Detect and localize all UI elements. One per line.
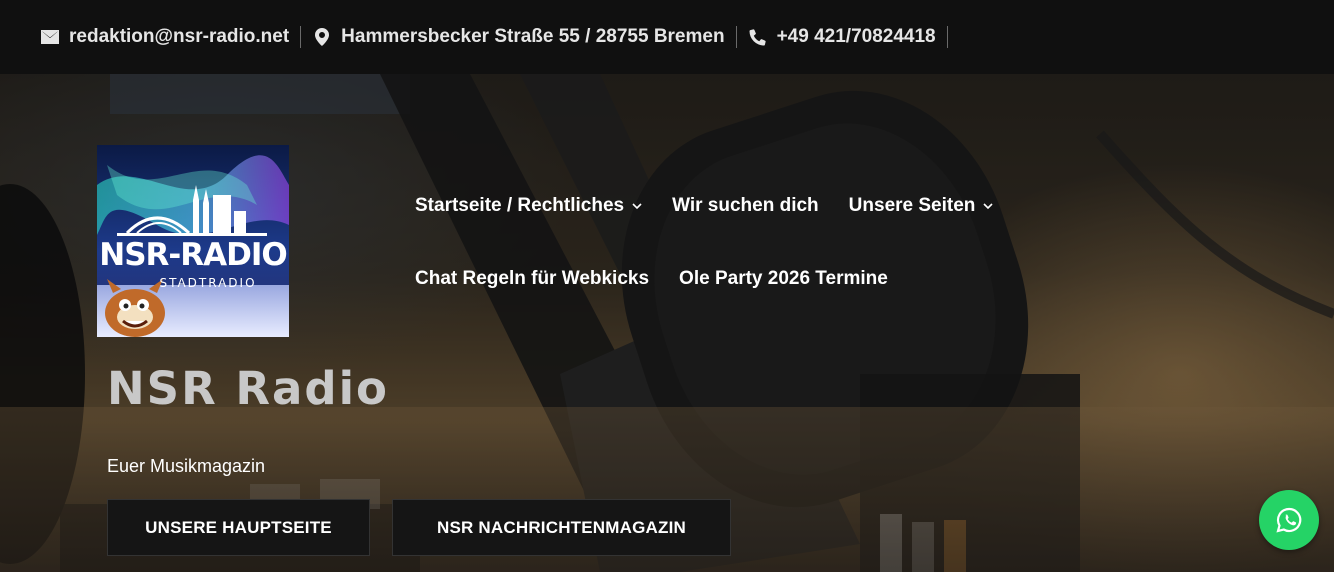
nav-item-ole-party[interactable]: Ole Party 2026 Termine [679, 268, 888, 290]
phone-text: +49 421/70824418 [776, 26, 936, 47]
whatsapp-icon [1275, 506, 1303, 534]
nav-row-1: Startseite / Rechtliches Wir suchen dich… [415, 190, 1023, 222]
logo-title: NSR-RADIO [99, 237, 288, 273]
contact-address[interactable]: Hammersbecker Straße 55 / 28755 Bremen [312, 26, 737, 48]
nav-label: Ole Party 2026 Termine [679, 268, 888, 289]
top-contact-bar: redaktion@nsr-radio.net Hammersbecker St… [0, 0, 1334, 74]
main-site-button[interactable]: UNSERE HAUPTSEITE [107, 499, 370, 556]
logo-subtitle: STADTRADIO [159, 276, 257, 290]
contact-email[interactable]: redaktion@nsr-radio.net [40, 26, 302, 48]
phone-icon [748, 28, 768, 46]
nav-item-chat-regeln[interactable]: Chat Regeln für Webkicks [415, 268, 649, 290]
nav-item-wir-suchen-dich[interactable]: Wir suchen dich [672, 195, 819, 217]
nav-row-2: Chat Regeln für Webkicks Ole Party 2026 … [415, 263, 1023, 295]
email-text: redaktion@nsr-radio.net [69, 26, 290, 47]
whatsapp-chat-button[interactable] [1259, 490, 1319, 550]
nav-label: Wir suchen dich [672, 195, 819, 216]
nav-label: Chat Regeln für Webkicks [415, 268, 650, 289]
map-pin-icon [312, 28, 332, 46]
nav-label: Startseite / Rechtliches [415, 195, 625, 216]
envelope-icon [40, 30, 60, 44]
news-magazine-button[interactable]: NSR NACHRICHTENMAGAZIN [392, 499, 731, 556]
address-text: Hammersbecker Straße 55 / 28755 Bremen [341, 26, 725, 47]
chevron-down-icon [983, 202, 993, 210]
chevron-down-icon [632, 202, 642, 210]
main-navigation: Startseite / Rechtliches Wir suchen dich… [415, 190, 1023, 295]
contact-phone[interactable]: +49 421/70824418 [748, 26, 948, 48]
nav-label: Unsere Seiten [848, 195, 976, 216]
hero-title: NSR Radio [107, 362, 389, 415]
nav-item-unsere-seiten[interactable]: Unsere Seiten [849, 195, 994, 217]
hero-subtitle: Euer Musikmagazin [107, 456, 266, 476]
site-logo[interactable]: NSR-RADIO STADTRADIO [97, 145, 289, 337]
nav-item-startseite[interactable]: Startseite / Rechtliches [415, 195, 642, 217]
